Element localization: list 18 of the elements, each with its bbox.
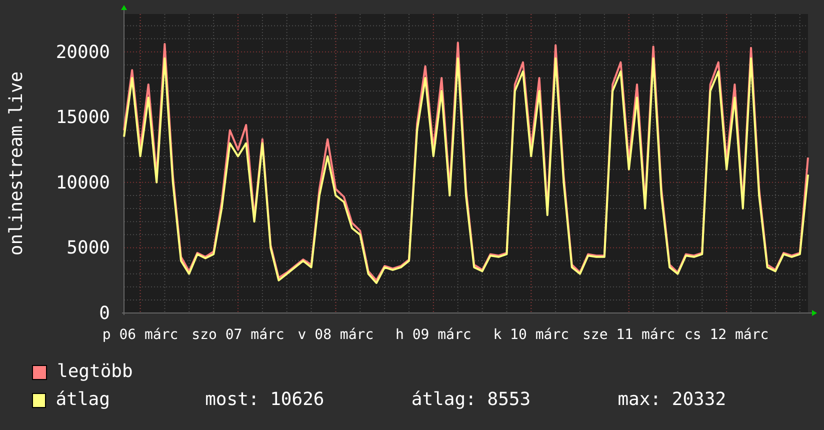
x-tick-label: v 08 márc <box>298 327 374 343</box>
x-tick-label: k 10 márc <box>493 327 570 343</box>
x-tick-label: szo 07 márc <box>192 327 284 343</box>
y-tick-label: 10000 <box>56 172 110 194</box>
legend-label: legtöbb <box>57 362 134 382</box>
x-tick-label: h 09 márc <box>396 327 472 343</box>
y-tick-label: 0 <box>99 303 110 324</box>
y-tick-label: 15000 <box>56 107 110 128</box>
x-tick-label: cs 12 márc <box>684 327 769 343</box>
y-tick-label: 20000 <box>56 42 110 63</box>
y-tick-label: 5000 <box>66 238 110 259</box>
legend-label: átlag <box>56 390 111 410</box>
y-axis-title: onlinestream.live <box>6 71 27 256</box>
x-tick-label: sze 11 márc <box>582 327 676 343</box>
legend-stat: max: 20332 <box>618 390 728 410</box>
x-tick-label: p 06 márc <box>102 327 178 343</box>
legend-stat: átlag: 8553 <box>411 390 532 410</box>
legend-stat: most: 10626 <box>205 390 326 410</box>
